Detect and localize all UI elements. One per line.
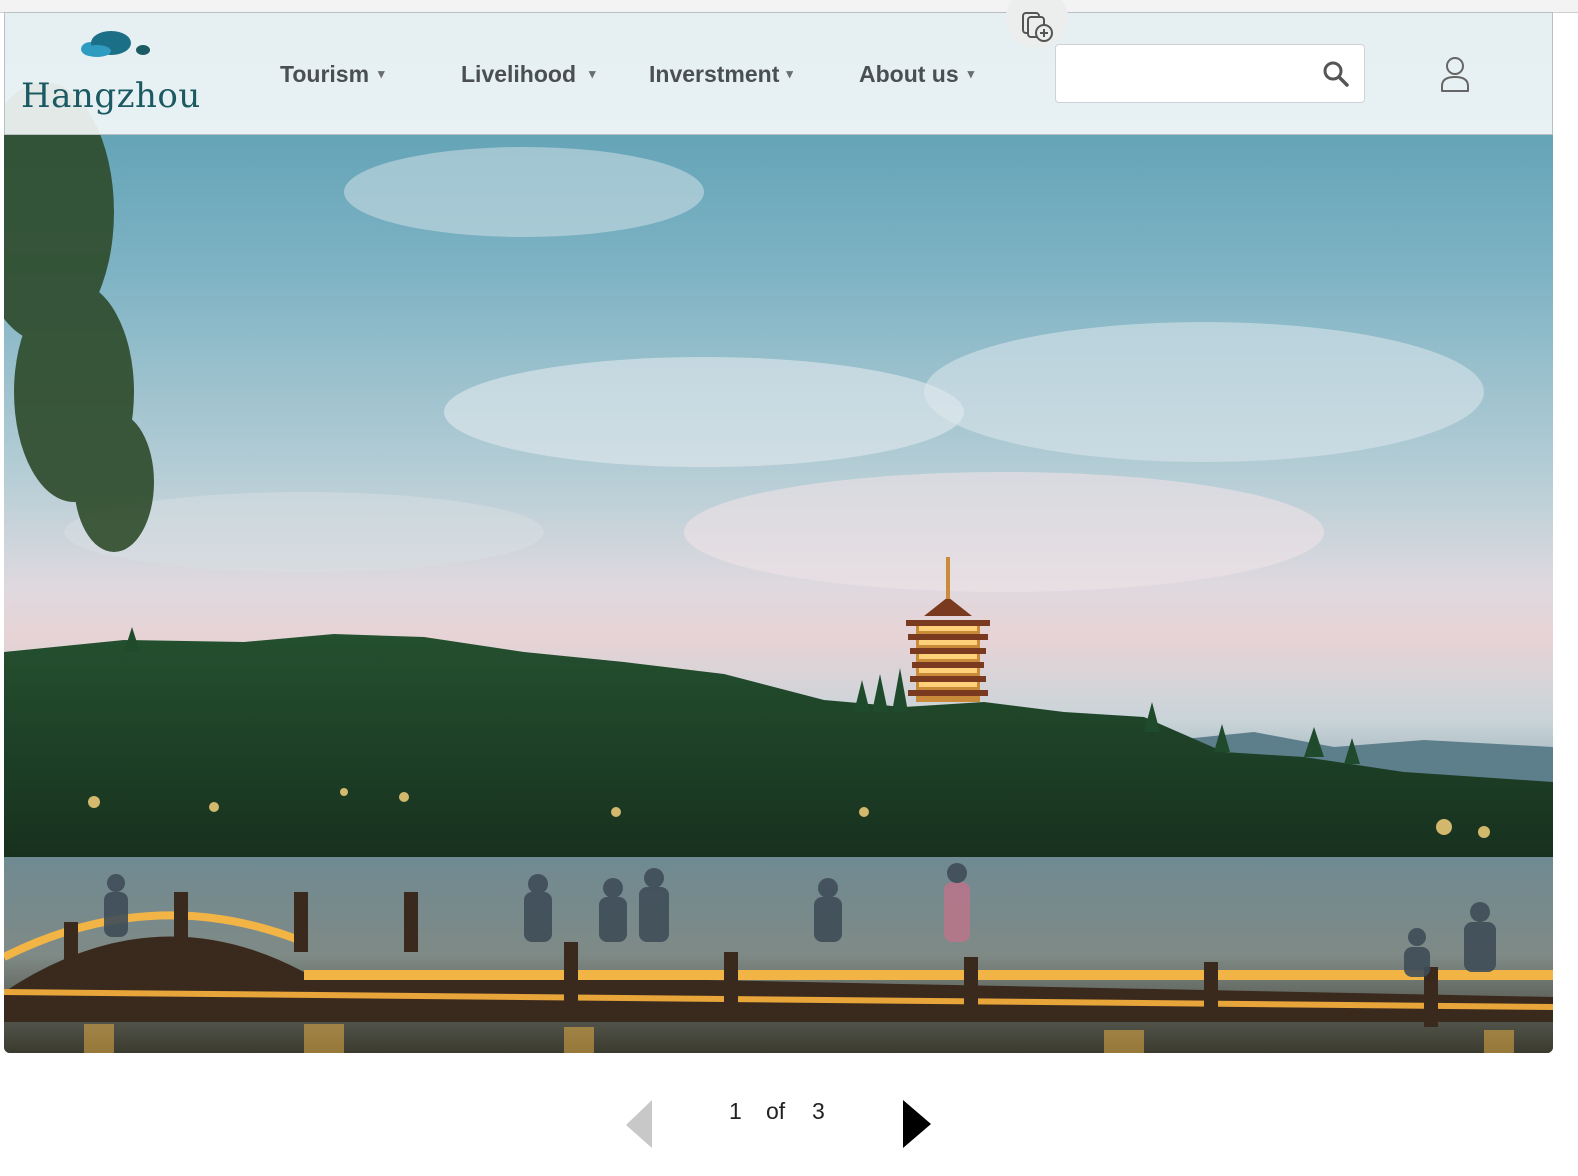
nav-livelihood[interactable]: Livelihood ▾ bbox=[461, 57, 596, 91]
hero-image bbox=[4, 82, 1553, 1053]
prev-slide-button[interactable] bbox=[622, 1098, 658, 1150]
nav-tourism-label[interactable]: Tourism bbox=[280, 61, 369, 88]
nav-livelihood-label[interactable]: Livelihood bbox=[461, 61, 576, 88]
nav-about-us[interactable]: About us ▾ bbox=[859, 57, 974, 91]
search-box[interactable] bbox=[1055, 44, 1365, 103]
add-to-collection-icon bbox=[1022, 12, 1053, 42]
search-input[interactable] bbox=[1066, 53, 1320, 95]
chevron-down-icon: ▾ bbox=[589, 66, 596, 81]
site-header: Hangzhou Tourism ▾ Livelihood ▾ Inverstm… bbox=[4, 12, 1553, 135]
hero-carousel: Hangzhou Tourism ▾ Livelihood ▾ Inverstm… bbox=[4, 12, 1553, 1053]
search-icon[interactable] bbox=[1322, 60, 1350, 88]
nav-investment[interactable]: Inverstment ▾ bbox=[649, 57, 793, 91]
nav-investment-label[interactable]: Inverstment bbox=[649, 61, 779, 88]
page-of-label: of bbox=[766, 1098, 786, 1124]
carousel-pagination: 1 of 3 bbox=[0, 1060, 1578, 1176]
user-icon[interactable] bbox=[1439, 55, 1471, 93]
nav-tourism[interactable]: Tourism ▾ bbox=[280, 57, 385, 91]
total-pages: 3 bbox=[812, 1098, 825, 1124]
chevron-down-icon: ▾ bbox=[378, 66, 385, 81]
logo-text[interactable]: Hangzhou bbox=[21, 76, 201, 116]
nav-about-us-label[interactable]: About us bbox=[859, 61, 959, 88]
next-slide-button[interactable] bbox=[899, 1098, 935, 1150]
chevron-down-icon: ▾ bbox=[967, 66, 975, 81]
chevron-down-icon: ▾ bbox=[786, 66, 793, 81]
current-page: 1 bbox=[729, 1098, 742, 1124]
